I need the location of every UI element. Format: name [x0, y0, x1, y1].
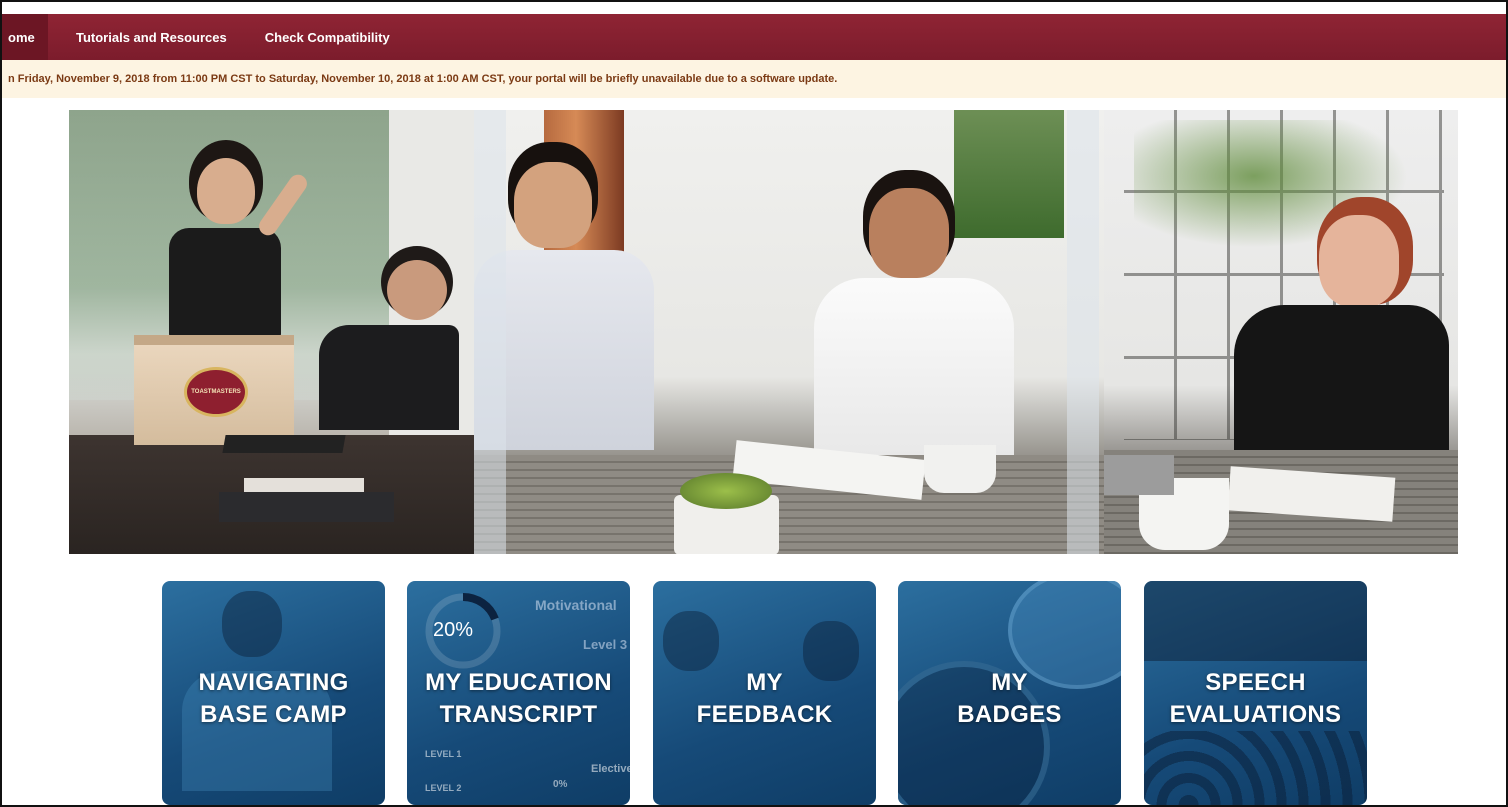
window-plants	[954, 110, 1064, 238]
tablet	[222, 435, 346, 453]
woman-head	[1319, 215, 1399, 307]
tile-speech-evaluations[interactable]: SPEECH EVALUATIONS	[1144, 581, 1367, 805]
presenter-head	[197, 158, 255, 224]
tile-photo-person	[663, 611, 719, 671]
tile-my-feedback[interactable]: MY FEEDBACK	[653, 581, 876, 805]
nav-home-link[interactable]: ome	[0, 14, 48, 60]
tile-bg-motivational: Motivational	[535, 597, 617, 613]
tile-title-line2: EVALUATIONS	[1169, 701, 1342, 728]
tile-title-line2: FEEDBACK	[696, 701, 833, 728]
tile-photo-audience	[1144, 731, 1367, 805]
nav-check-compatibility-link[interactable]: Check Compatibility	[227, 14, 390, 60]
tile-title-line1: MY EDUCATION	[425, 669, 612, 696]
hero-photo-meeting	[474, 110, 1104, 554]
coffee-cup	[924, 445, 996, 493]
tile-title-line2: TRANSCRIPT	[439, 701, 598, 728]
tile-title-line2: BADGES	[957, 701, 1062, 728]
man-right-head	[869, 188, 949, 278]
hero-banner-image: TOASTMASTERS	[69, 110, 1458, 554]
tile-title-line1: MY	[746, 669, 783, 696]
presenter-body	[169, 228, 281, 338]
tile-bg-level-row: LEVEL 2	[425, 783, 462, 793]
top-navigation: ome Tutorials and Resources Check Compat…	[0, 14, 1508, 60]
tile-title-line1: SPEECH	[1205, 669, 1306, 696]
plant-pot	[674, 473, 779, 554]
maintenance-notice: n Friday, November 9, 2018 from 11:00 PM…	[0, 60, 1508, 98]
man-left-head	[514, 162, 592, 248]
audience-member-body	[319, 325, 459, 430]
tile-title-line1: MY	[991, 669, 1028, 696]
toastmasters-logo: TOASTMASTERS	[184, 367, 248, 417]
nav-tutorials-and-resources-link[interactable]: Tutorials and Resources	[48, 14, 227, 60]
tile-my-education-transcript[interactable]: 20% Motivational Level 3 LEVEL 1 LEVEL 2…	[407, 581, 630, 805]
tile-my-badges[interactable]: MY BADGES	[898, 581, 1121, 805]
tile-bg-elective: Elective	[591, 763, 630, 775]
tile-progress-percent: 20%	[433, 619, 474, 641]
maintenance-notice-text: n Friday, November 9, 2018 from 11:00 PM…	[8, 73, 838, 85]
succulent	[680, 473, 772, 509]
tile-bg-level: Level 3	[583, 637, 628, 652]
audience-member-head	[387, 260, 447, 320]
hero-divider	[1067, 110, 1099, 554]
podium: TOASTMASTERS	[134, 335, 294, 445]
hero-divider	[474, 110, 506, 554]
laptop	[219, 492, 394, 522]
hero-photo-writer	[1104, 110, 1458, 554]
tile-title-line2: BASE CAMP	[200, 701, 347, 728]
tile-navigating-base-camp[interactable]: NAVIGATING BASE CAMP	[162, 581, 385, 805]
tile-bg-zero-percent: 0%	[553, 779, 568, 790]
hero-photo-presenter: TOASTMASTERS	[69, 110, 474, 554]
quick-links: NAVIGATING BASE CAMP 20% Motivational Le…	[162, 581, 1367, 805]
tile-bg-level-row: LEVEL 1	[425, 749, 462, 759]
tile-photo-auditorium	[1144, 581, 1367, 661]
laptop-edge	[1104, 455, 1174, 495]
tile-photo-person	[222, 591, 282, 657]
tile-title-line1: NAVIGATING	[198, 669, 349, 696]
man-right-shirt	[814, 278, 1014, 458]
